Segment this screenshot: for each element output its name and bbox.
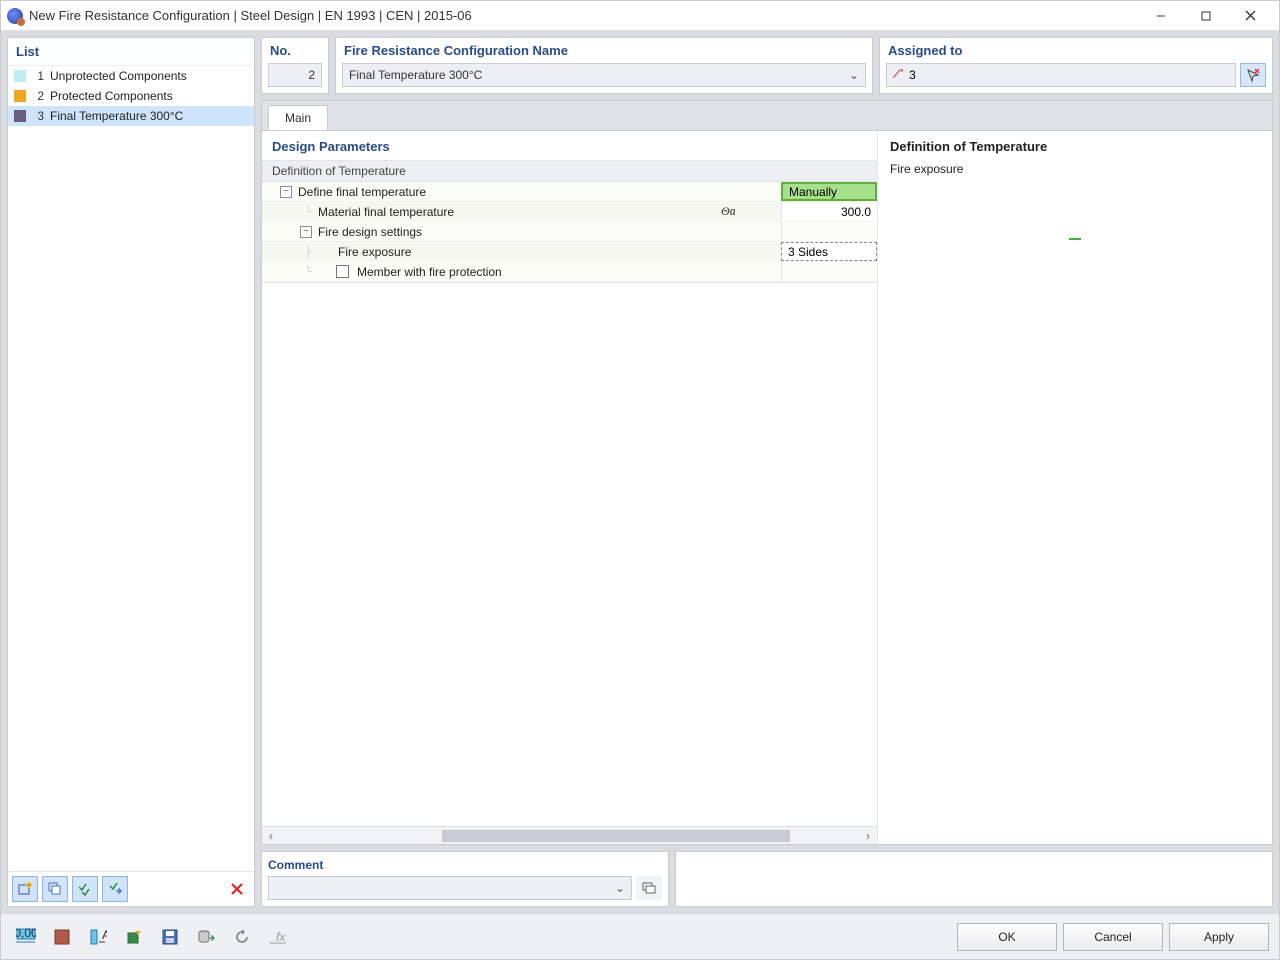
preview-panel [675, 851, 1273, 907]
list-item-label: Final Temperature 300°C [50, 109, 183, 123]
reassign-button[interactable] [102, 876, 128, 902]
info-illustration [890, 176, 1260, 836]
name-panel: Fire Resistance Configuration Name Final… [335, 37, 873, 94]
param-row-material-final-temp[interactable]: └ Material final temperature Θa 300.0 [262, 202, 877, 222]
delete-item-button[interactable] [224, 876, 250, 902]
database-button[interactable] [191, 922, 221, 952]
list-item-label: Unprotected Components [50, 69, 187, 83]
color-button[interactable] [47, 922, 77, 952]
save-button[interactable] [155, 922, 185, 952]
assigned-value: 3 [909, 68, 916, 82]
parameter-tree: − Define final temperature Manually └ Ma… [262, 182, 877, 283]
chevron-down-icon: ⌄ [615, 881, 625, 895]
scroll-thumb[interactable] [442, 830, 789, 842]
param-label: Fire design settings [316, 225, 721, 239]
member-icon: ⟋• [893, 68, 903, 82]
color-swatch [14, 90, 26, 102]
formula-button[interactable]: fx [263, 922, 293, 952]
comment-label: Comment [268, 858, 662, 872]
number-label: No. [262, 38, 328, 63]
copy-item-button[interactable] [42, 876, 68, 902]
reset-button[interactable] [227, 922, 257, 952]
units-button[interactable]: 0,00 [11, 922, 41, 952]
ok-button[interactable]: OK [957, 923, 1057, 951]
param-row-define-final-temp[interactable]: − Define final temperature Manually [262, 182, 877, 202]
define-final-temp-value[interactable]: Manually [781, 182, 877, 201]
comment-select[interactable]: ⌄ [268, 876, 632, 900]
titlebar: New Fire Resistance Configuration | Stee… [1, 1, 1279, 31]
sidebar-list-panel: List 1 Unprotected Components 2 Protecte… [7, 37, 255, 907]
tab-strip: Main [262, 101, 1272, 130]
number-input[interactable]: 2 [268, 63, 322, 87]
comment-library-button[interactable] [636, 876, 662, 900]
list-item-number: 1 [32, 69, 44, 83]
footer: 0,00 A fx OK Cancel Apply [1, 913, 1279, 959]
export-button[interactable] [119, 922, 149, 952]
param-row-member-protection[interactable]: └ Member with fire protection [262, 262, 877, 282]
color-swatch [14, 110, 26, 122]
color-swatch [14, 70, 26, 82]
minimize-button[interactable] [1138, 2, 1183, 30]
view-settings-button[interactable]: A [83, 922, 113, 952]
assigned-field[interactable]: ⟋• 3 [886, 63, 1236, 87]
param-row-fire-exposure[interactable]: ├ Fire exposure 3 Sides [262, 242, 877, 262]
design-parameters-title: Design Parameters [262, 131, 877, 160]
fire-exposure-value[interactable]: 3 Sides [781, 242, 877, 261]
list-item[interactable]: 2 Protected Components [8, 86, 254, 106]
info-text: Fire exposure [890, 162, 1260, 176]
svg-text:A: A [102, 928, 107, 942]
collapse-icon[interactable]: − [300, 226, 312, 238]
sidebar-toolbar [8, 871, 254, 906]
svg-text:fx: fx [276, 930, 286, 944]
close-button[interactable] [1228, 2, 1273, 30]
info-panel: Definition of Temperature Fire exposure [878, 131, 1272, 844]
number-panel: No. 2 [261, 37, 329, 94]
scroll-left-icon[interactable]: ‹ [262, 829, 280, 843]
new-item-button[interactable] [12, 876, 38, 902]
window-title: New Fire Resistance Configuration | Stee… [29, 8, 1138, 23]
sidebar-title: List [8, 38, 254, 66]
dialog-window: New Fire Resistance Configuration | Stee… [0, 0, 1280, 960]
cancel-button[interactable]: Cancel [1063, 923, 1163, 951]
app-icon [7, 8, 23, 24]
collapse-icon[interactable]: − [280, 186, 292, 198]
config-list: 1 Unprotected Components 2 Protected Com… [8, 66, 254, 871]
info-title: Definition of Temperature [890, 139, 1260, 154]
assigned-label: Assigned to [880, 38, 1272, 63]
comment-panel: Comment ⌄ [261, 851, 669, 907]
chevron-down-icon: ⌄ [849, 68, 859, 82]
list-item-number: 3 [32, 109, 44, 123]
parameters-panel: Main Design Parameters Definition of Tem… [261, 100, 1273, 845]
name-value: Final Temperature 300°C [349, 68, 482, 82]
param-label: Define final temperature [296, 185, 721, 199]
tab-main[interactable]: Main [268, 105, 328, 130]
check-all-button[interactable] [72, 876, 98, 902]
maximize-button[interactable] [1183, 2, 1228, 30]
param-row-fire-design-settings[interactable]: − Fire design settings [262, 222, 877, 242]
list-item[interactable]: 1 Unprotected Components [8, 66, 254, 86]
list-item-number: 2 [32, 89, 44, 103]
param-label: Material final temperature [316, 205, 721, 219]
assigned-panel: Assigned to ⟋• 3 [879, 37, 1273, 94]
horizontal-scrollbar[interactable]: ‹ › [262, 826, 877, 844]
param-label: Member with fire protection [355, 265, 721, 279]
pick-in-view-button[interactable] [1240, 63, 1266, 87]
svg-text:0,00: 0,00 [16, 928, 36, 940]
name-label: Fire Resistance Configuration Name [336, 38, 872, 63]
list-item-label: Protected Components [50, 89, 173, 103]
apply-button[interactable]: Apply [1169, 923, 1269, 951]
param-symbol: Θa [721, 204, 781, 219]
name-select[interactable]: Final Temperature 300°C ⌄ [342, 63, 866, 87]
member-protection-checkbox[interactable] [336, 265, 349, 278]
param-label: Fire exposure [336, 245, 721, 259]
number-value: 2 [308, 68, 315, 82]
material-final-temp-value[interactable]: 300.0 [781, 202, 877, 221]
scroll-right-icon[interactable]: › [859, 829, 877, 843]
list-item[interactable]: 3 Final Temperature 300°C [8, 106, 254, 126]
temperature-group-header: Definition of Temperature [262, 160, 877, 182]
